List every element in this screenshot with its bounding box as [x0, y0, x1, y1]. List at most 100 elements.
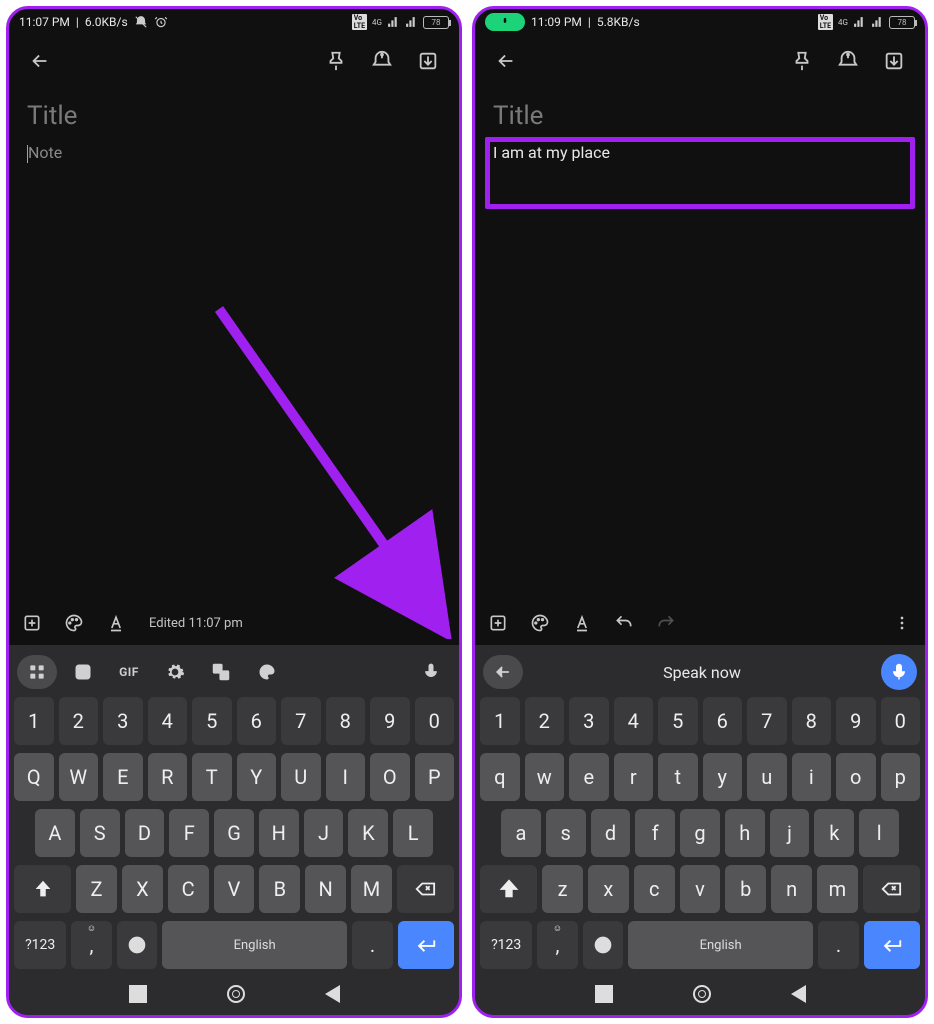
key-J[interactable]: J: [304, 809, 344, 857]
kb-mic-active-button[interactable]: [881, 654, 917, 690]
key-P[interactable]: P: [415, 753, 455, 801]
palette-button[interactable]: [61, 610, 87, 636]
key-4[interactable]: 4: [614, 697, 654, 745]
archive-button[interactable]: [875, 42, 913, 80]
key-v[interactable]: v: [680, 865, 721, 913]
title-input[interactable]: Title: [493, 97, 907, 139]
nav-back[interactable]: [791, 985, 806, 1003]
undo-button[interactable]: [611, 610, 637, 636]
key-R[interactable]: R: [148, 753, 188, 801]
more-button[interactable]: [423, 610, 449, 636]
note-body-input[interactable]: I am at my place: [493, 139, 907, 166]
key-t[interactable]: t: [658, 753, 698, 801]
key-E[interactable]: E: [103, 753, 143, 801]
key-w[interactable]: w: [525, 753, 565, 801]
key-z[interactable]: z: [542, 865, 583, 913]
nav-recents[interactable]: [129, 985, 147, 1003]
key-9[interactable]: 9: [370, 697, 410, 745]
key-0[interactable]: 0: [415, 697, 455, 745]
more-button[interactable]: [889, 610, 915, 636]
title-input[interactable]: Title: [27, 97, 441, 139]
pin-button[interactable]: [317, 42, 355, 80]
key-S[interactable]: S: [80, 809, 120, 857]
key-y[interactable]: y: [703, 753, 743, 801]
kb-settings-button[interactable]: [155, 655, 195, 689]
kb-apps-button[interactable]: [17, 655, 57, 689]
key-g[interactable]: g: [680, 809, 720, 857]
nav-back[interactable]: [325, 985, 340, 1003]
key-D[interactable]: D: [125, 809, 165, 857]
key-c[interactable]: c: [634, 865, 675, 913]
key-K[interactable]: K: [348, 809, 388, 857]
redo-button[interactable]: [653, 610, 679, 636]
language-key[interactable]: [583, 921, 623, 969]
back-button[interactable]: [487, 42, 525, 80]
key-0[interactable]: 0: [881, 697, 921, 745]
reminder-button[interactable]: [363, 42, 401, 80]
key-B[interactable]: B: [259, 865, 300, 913]
key-k[interactable]: k: [814, 809, 854, 857]
kb-sticker-button[interactable]: [63, 655, 103, 689]
palette-button[interactable]: [527, 610, 553, 636]
key-H[interactable]: H: [259, 809, 299, 857]
nav-home[interactable]: [693, 985, 711, 1003]
period-key[interactable]: .: [352, 921, 392, 969]
comma-key[interactable]: ☺,: [537, 921, 577, 969]
archive-button[interactable]: [409, 42, 447, 80]
key-9[interactable]: 9: [836, 697, 876, 745]
period-key[interactable]: .: [818, 921, 858, 969]
enter-key[interactable]: [864, 921, 920, 969]
key-8[interactable]: 8: [326, 697, 366, 745]
key-2[interactable]: 2: [59, 697, 99, 745]
key-q[interactable]: q: [480, 753, 520, 801]
key-n[interactable]: n: [771, 865, 812, 913]
spacebar-key[interactable]: English: [162, 921, 347, 969]
key-N[interactable]: N: [305, 865, 346, 913]
key-F[interactable]: F: [169, 809, 209, 857]
key-A[interactable]: A: [35, 809, 75, 857]
key-e[interactable]: e: [569, 753, 609, 801]
shift-key[interactable]: [14, 865, 71, 913]
reminder-button[interactable]: [829, 42, 867, 80]
key-6[interactable]: 6: [703, 697, 743, 745]
nav-home[interactable]: [227, 985, 245, 1003]
key-r[interactable]: r: [614, 753, 654, 801]
key-m[interactable]: m: [817, 865, 858, 913]
key-5[interactable]: 5: [192, 697, 232, 745]
key-1[interactable]: 1: [14, 697, 54, 745]
kb-mic-button[interactable]: [411, 655, 451, 689]
key-f[interactable]: f: [635, 809, 675, 857]
kb-back-button[interactable]: [483, 655, 523, 689]
key-b[interactable]: b: [725, 865, 766, 913]
language-key[interactable]: [117, 921, 157, 969]
backspace-key[interactable]: [863, 865, 920, 913]
key-h[interactable]: h: [725, 809, 765, 857]
key-6[interactable]: 6: [237, 697, 277, 745]
add-box-button[interactable]: [485, 610, 511, 636]
spacebar-key[interactable]: English: [628, 921, 813, 969]
note-body-input[interactable]: Note: [27, 139, 441, 167]
key-j[interactable]: j: [770, 809, 810, 857]
key-7[interactable]: 7: [747, 697, 787, 745]
key-W[interactable]: W: [59, 753, 99, 801]
key-l[interactable]: l: [859, 809, 899, 857]
key-U[interactable]: U: [281, 753, 321, 801]
key-T[interactable]: T: [192, 753, 232, 801]
text-format-button[interactable]: [569, 610, 595, 636]
nav-recents[interactable]: [595, 985, 613, 1003]
key-7[interactable]: 7: [281, 697, 321, 745]
key-p[interactable]: p: [881, 753, 921, 801]
key-X[interactable]: X: [122, 865, 163, 913]
key-Y[interactable]: Y: [237, 753, 277, 801]
key-O[interactable]: O: [370, 753, 410, 801]
key-M[interactable]: M: [351, 865, 392, 913]
add-box-button[interactable]: [19, 610, 45, 636]
back-button[interactable]: [21, 42, 59, 80]
key-3[interactable]: 3: [103, 697, 143, 745]
text-format-button[interactable]: [103, 610, 129, 636]
key-2[interactable]: 2: [525, 697, 565, 745]
kb-gif-button[interactable]: GIF: [109, 655, 149, 689]
key-i[interactable]: i: [792, 753, 832, 801]
key-o[interactable]: o: [836, 753, 876, 801]
note-editor[interactable]: Title Note: [9, 87, 459, 601]
